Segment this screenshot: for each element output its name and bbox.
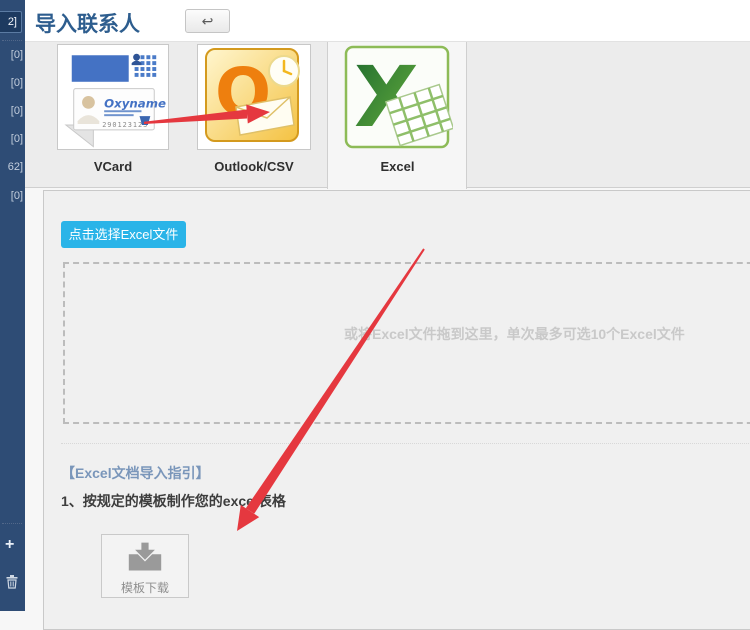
sidebar-item[interactable]: [0] [11,190,23,202]
select-excel-file-button[interactable]: 点击选择Excel文件 [61,221,186,248]
svg-text:Oxyname: Oxyname [104,96,166,110]
download-label: 模板下载 [102,579,188,596]
section-divider [61,443,750,444]
vcard-icon: Oxyname 290123123 [58,45,168,149]
tab-label-vcard[interactable]: VCard [57,159,169,174]
sidebar-item[interactable]: [0] [11,49,23,61]
tab-label-outlook[interactable]: Outlook/CSV [197,159,311,174]
sidebar-item[interactable]: [0] [11,105,23,117]
add-group-icon[interactable]: + [5,536,14,554]
sidebar-item[interactable]: 62] [8,161,23,173]
contact-groups-sidebar: 2] [0] [0] [0] [0] 62] [0] + [0,0,25,611]
sidebar-item[interactable]: [0] [11,133,23,145]
excel-icon: X [342,44,453,150]
excel-import-panel: 点击选择Excel文件 或将Excel文件拖到这里，单次最多可选10个Excel… [43,190,750,630]
tab-label-excel[interactable]: Excel [342,159,453,174]
template-download-button[interactable]: 模板下载 [101,534,189,598]
file-dropzone[interactable]: 或将Excel文件拖到这里，单次最多可选10个Excel文件 [63,262,750,424]
import-type-tabs: Oxyname 290123123 O [25,42,750,188]
back-button[interactable]: ↩ [185,9,230,33]
guide-step-1: 1、按规定的模板制作您的excel表格 [61,491,286,511]
tab-excel[interactable]: X [342,44,453,150]
sidebar-item-selected[interactable]: 2] [0,11,22,33]
header: 导入联系人 ↩ [25,0,750,42]
dropzone-hint: 或将Excel文件拖到这里，单次最多可选10个Excel文件 [344,324,685,344]
back-icon: ↩ [202,13,214,29]
sidebar-divider [2,523,22,524]
tab-vcard[interactable]: Oxyname 290123123 [57,44,169,150]
sidebar-item[interactable]: [0] [11,77,23,89]
download-icon [127,542,163,572]
sidebar-divider [2,40,22,41]
page-title: 导入联系人 [35,8,140,38]
trash-icon[interactable] [5,574,19,594]
guide-title: 【Excel文档导入指引】 [61,463,210,483]
tab-outlook-csv[interactable]: O [197,44,311,150]
outlook-icon: O [198,45,310,149]
